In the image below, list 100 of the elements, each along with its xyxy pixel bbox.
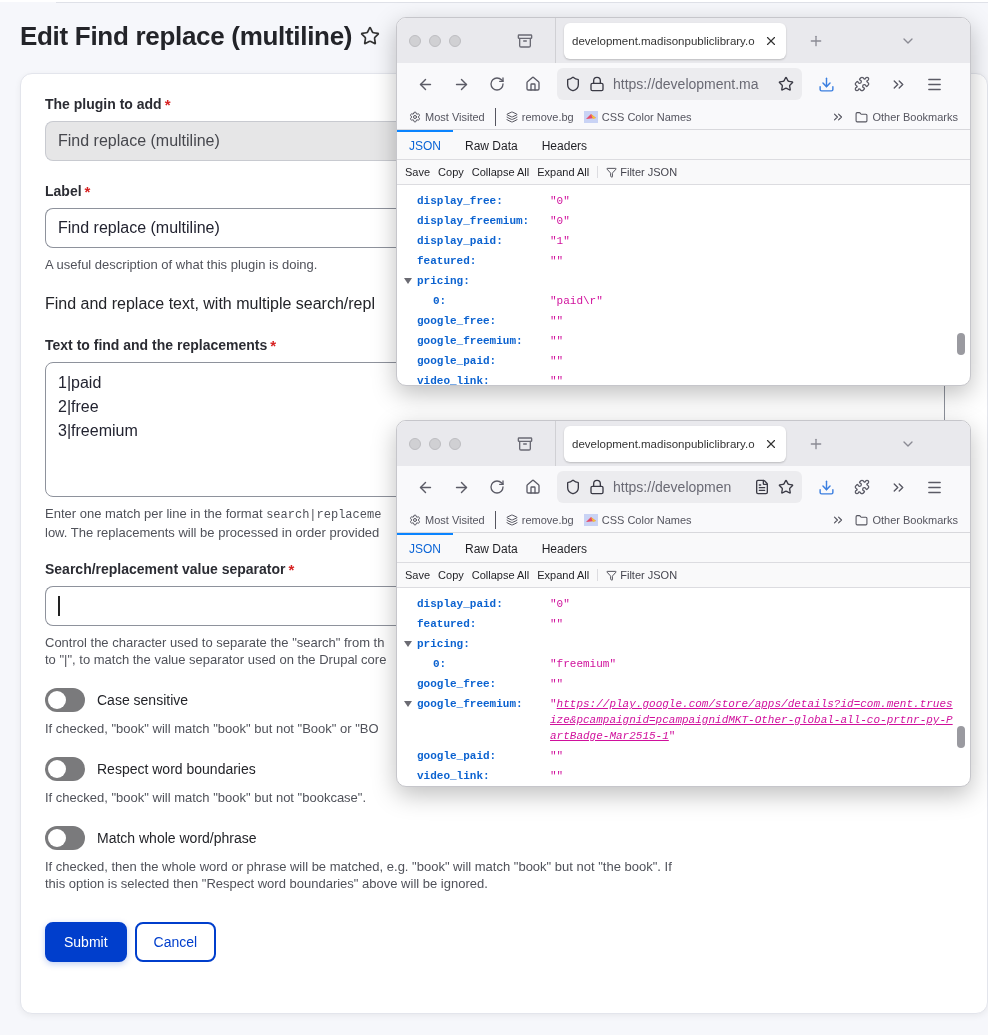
palette-icon <box>583 514 598 526</box>
star-icon[interactable] <box>778 76 794 92</box>
required-mark: * <box>288 561 295 578</box>
json-key: google_freemium: <box>417 696 550 744</box>
palette-icon <box>583 111 598 123</box>
submit-button[interactable]: Submit <box>45 922 127 962</box>
toolbar-action[interactable]: Collapse All <box>471 569 530 581</box>
json-key: google_freemium: <box>417 333 550 349</box>
json-value: "" <box>550 374 565 385</box>
field-description: If checked, "book" will match "book" but not "Book" or "BO <box>45 720 379 737</box>
filter-field[interactable]: Filter JSON <box>597 569 678 581</box>
json-key: display_paid: <box>417 233 550 249</box>
expand-triangle-icon[interactable] <box>403 640 413 648</box>
filter-icon <box>606 166 618 178</box>
json-value: "" <box>550 254 565 269</box>
toggle-switch[interactable] <box>45 826 85 850</box>
lock-icon[interactable] <box>589 76 605 92</box>
puzzle-icon[interactable] <box>854 76 870 92</box>
textarea-line: 1|paid <box>58 373 102 393</box>
toggle-label: Case sensitive <box>97 692 189 708</box>
toolbar-action[interactable]: Expand All <box>537 166 590 178</box>
toolbar-action[interactable]: Collapse All <box>471 166 530 178</box>
tab-title: development.madisonpubliclibrary.o <box>572 437 756 450</box>
viewer-tab[interactable]: Raw Data <box>453 130 530 159</box>
puzzle-icon[interactable] <box>854 479 870 495</box>
reload-icon[interactable] <box>489 76 505 92</box>
toggle-label: Respect word boundaries <box>97 761 256 777</box>
folder-icon <box>855 110 869 124</box>
star-icon[interactable] <box>778 479 794 495</box>
field-description: Control the character used to separate the "search" from th to "|", to match the value separator used on the Drupal core <box>45 634 387 668</box>
json-key: pricing: <box>417 273 550 289</box>
tab-groups-icon[interactable] <box>517 32 533 49</box>
json-key: display_free: <box>417 193 550 209</box>
folder-icon <box>855 513 869 527</box>
json-key: google_paid: <box>417 748 550 764</box>
star-icon[interactable] <box>360 26 381 46</box>
toolbar-action[interactable]: Copy <box>438 569 464 581</box>
scrollbar-thumb[interactable] <box>957 726 965 748</box>
toggle-label: Match whole word/phrase <box>97 830 257 846</box>
toggle-switch[interactable] <box>45 688 85 712</box>
address-bar[interactable]: https://developmen <box>557 471 802 503</box>
json-value: "freemium" <box>550 657 617 672</box>
filter-field[interactable]: Filter JSON <box>597 166 678 178</box>
json-value: "" <box>550 334 565 349</box>
bookmark-link[interactable]: remove.bg <box>521 111 574 123</box>
gear-icon <box>409 514 421 526</box>
json-key: google_free: <box>417 313 550 329</box>
json-value: "paid\r" <box>550 294 604 309</box>
lock-icon[interactable] <box>589 479 605 495</box>
separator-field[interactable] <box>45 586 396 626</box>
download-icon[interactable] <box>817 478 835 496</box>
json-value: "0" <box>550 194 571 209</box>
reader-view-icon[interactable] <box>754 479 770 495</box>
toolbar-action[interactable]: Save <box>405 166 431 178</box>
toolbar-action[interactable]: Expand All <box>537 569 590 581</box>
expand-triangle-icon[interactable] <box>403 277 413 285</box>
address-bar[interactable]: https://development.ma <box>557 68 802 100</box>
home-icon[interactable] <box>525 76 541 92</box>
json-value: "" <box>550 314 565 329</box>
toolbar-action[interactable]: Copy <box>438 166 464 178</box>
tab-groups-icon[interactable] <box>517 435 533 452</box>
gear-icon <box>409 111 421 123</box>
shield-icon[interactable] <box>565 76 581 92</box>
json-value: "0" <box>550 214 571 229</box>
viewer-tab[interactable]: Raw Data <box>453 533 530 562</box>
field-description: A useful description of what this plugin is doing. <box>45 256 318 273</box>
bookmark-link[interactable]: CSS Color Names <box>601 514 692 526</box>
json-value: "" <box>550 617 565 632</box>
url-link[interactable]: "https://play.google.com/store/apps/details?id=com.ment.truesize&pcampaignid=pcampaignidMKT-Other-global-all-co-prtnr-py-PartBadge-Mar2515-1" <box>550 696 956 744</box>
browser-tab[interactable]: development.madisonpubliclibrary.o <box>564 425 786 462</box>
browser-tab[interactable]: development.madisonpubliclibrary.o <box>564 22 786 59</box>
json-value: "" <box>550 677 565 692</box>
viewer-tab[interactable]: Headers <box>529 130 600 159</box>
label-field[interactable]: Find replace (multiline) <box>45 208 396 248</box>
field-description: Enter one match per line in the format search|replaceme low. The replacements will be processed in order provided <box>45 505 382 541</box>
expand-triangle-icon[interactable] <box>403 700 413 708</box>
viewer-tab[interactable]: Headers <box>529 533 600 562</box>
home-icon[interactable] <box>525 479 541 495</box>
scrollbar-thumb[interactable] <box>957 333 965 355</box>
field-label: Search/replacement value separator * <box>45 561 295 578</box>
download-icon[interactable] <box>817 75 835 93</box>
toggle-switch[interactable] <box>45 757 85 781</box>
bookmark-link[interactable]: Other Bookmarks <box>872 514 958 526</box>
textarea-line: 2|free <box>58 397 99 417</box>
json-key: display_freemium: <box>417 213 550 229</box>
bookmark-link[interactable]: remove.bg <box>521 514 574 526</box>
bookmark-link[interactable]: Most Visited <box>425 514 485 526</box>
json-value: "0" <box>550 597 571 612</box>
json-key: google_paid: <box>417 353 550 369</box>
page-title: Edit Find replace (multiline) <box>20 20 353 52</box>
json-value: "" <box>550 354 565 369</box>
json-key: featured: <box>417 616 550 632</box>
reload-icon[interactable] <box>489 479 505 495</box>
cancel-button[interactable]: Cancel <box>134 922 217 962</box>
bookmark-link[interactable]: Other Bookmarks <box>872 111 958 123</box>
json-value: "" <box>550 769 565 784</box>
bookmark-link[interactable]: CSS Color Names <box>601 111 692 123</box>
toolbar-action[interactable]: Save <box>405 569 431 581</box>
bookmark-link[interactable]: Most Visited <box>425 111 485 123</box>
shield-icon[interactable] <box>565 479 581 495</box>
